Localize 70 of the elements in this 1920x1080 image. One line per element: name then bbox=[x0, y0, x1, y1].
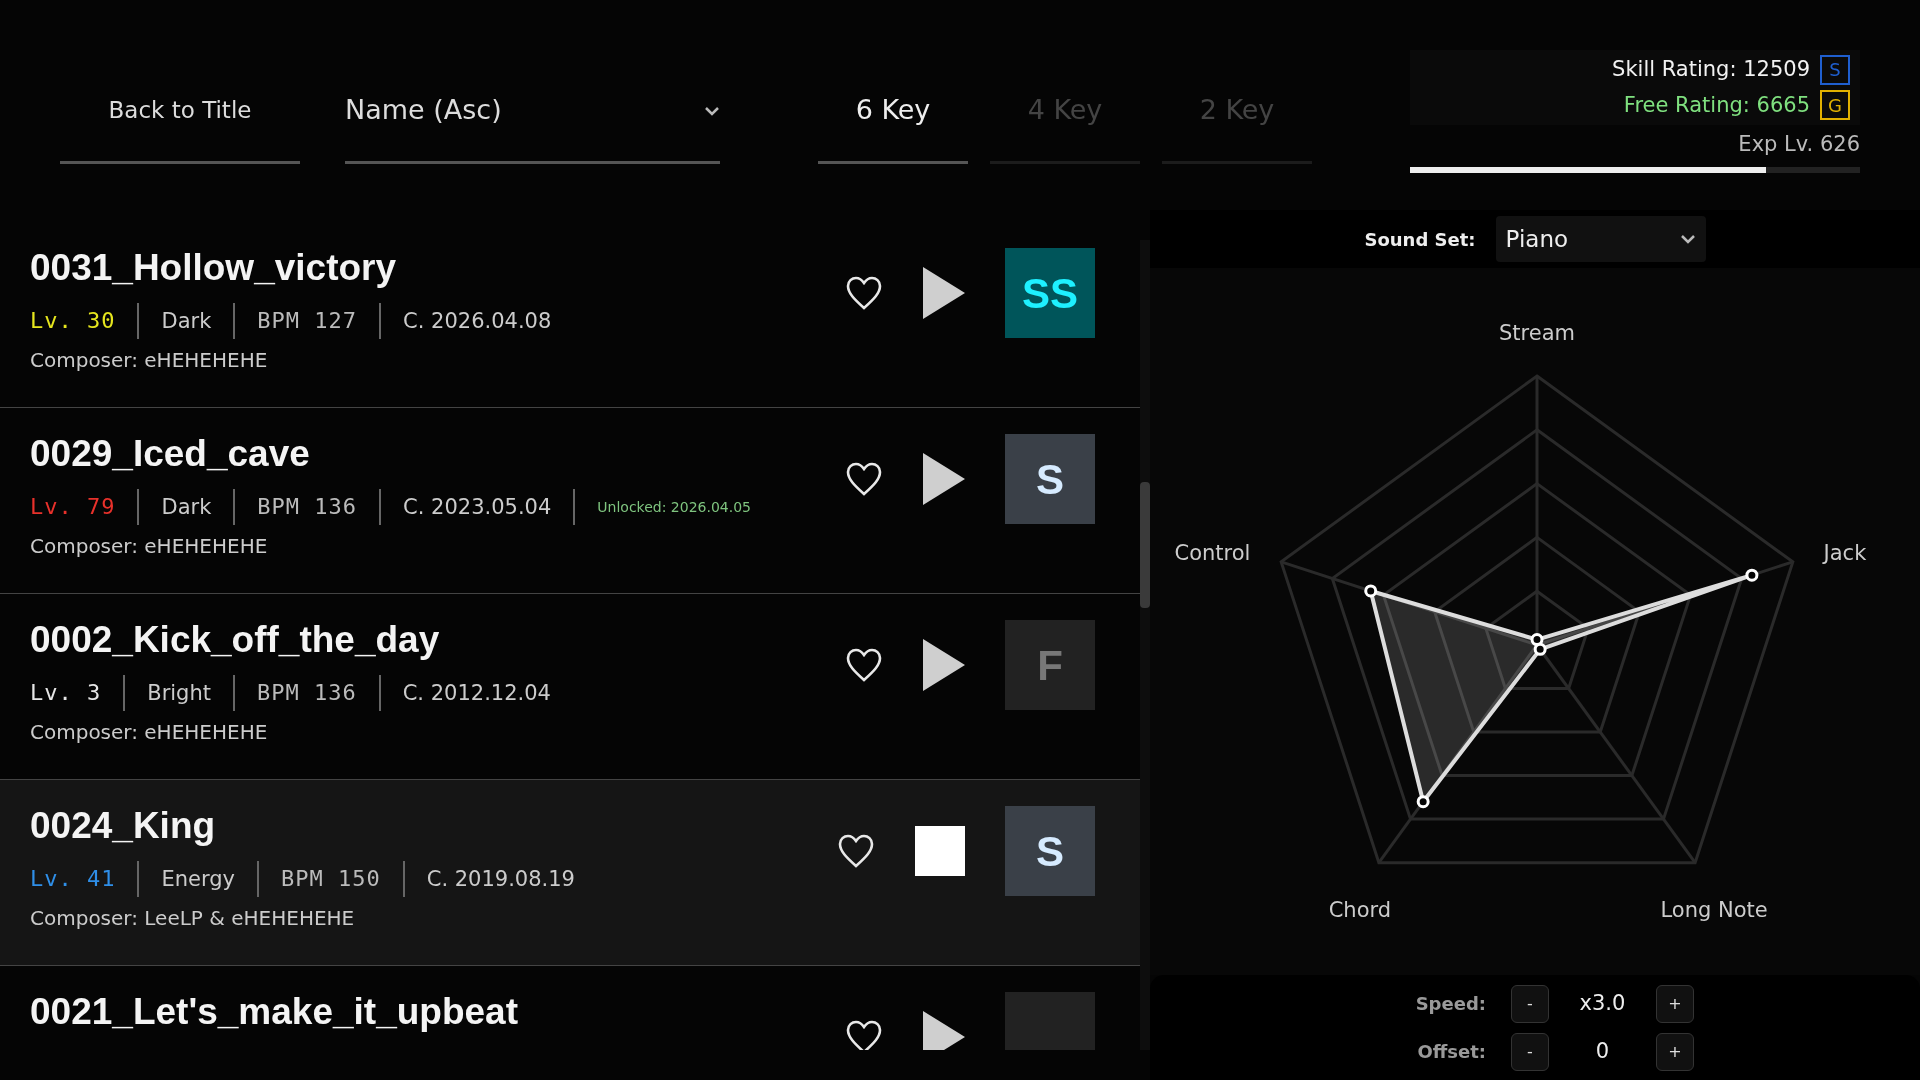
rank-grade: F bbox=[1005, 620, 1095, 710]
song-row[interactable]: 0024_King Lv. 41 Energy BPM 150 C. 2019.08.19 Composer: LeeLP & eHEHEHEHE S bbox=[0, 780, 1140, 966]
heart-icon[interactable] bbox=[845, 1019, 883, 1050]
axis-label: Chord bbox=[1328, 897, 1392, 922]
rank-grade: SS bbox=[1005, 248, 1095, 338]
mood-text: Dark bbox=[137, 302, 234, 339]
mood-text: Bright bbox=[123, 674, 233, 711]
bpm-text: BPM 150 bbox=[257, 860, 403, 897]
back-button[interactable]: Back to Title bbox=[60, 60, 300, 164]
song-title: 0024_King bbox=[30, 806, 217, 847]
play-icon[interactable] bbox=[923, 639, 965, 691]
axis-label: Stream bbox=[1499, 320, 1575, 345]
scrollbar[interactable] bbox=[1140, 240, 1150, 1050]
heart-icon[interactable] bbox=[837, 833, 875, 869]
song-row[interactable]: 0031_Hollow_victory Lv. 30 Dark BPM 127 C. 2026.04.08 Composer: eHEHEHEHE SS bbox=[0, 222, 1140, 408]
level-text: Lv. 41 bbox=[30, 864, 117, 893]
sound-set-label: Sound Set: bbox=[1364, 227, 1476, 252]
composer-text: Composer: eHEHEHEHE bbox=[30, 718, 269, 746]
bpm-text: BPM 127 bbox=[233, 302, 380, 339]
date-text: C. 2012.12.04 bbox=[378, 674, 573, 711]
axis-label: Jack bbox=[1823, 540, 1867, 565]
unlocked-text: Unlocked: 2026.04.05 bbox=[573, 488, 774, 525]
scrollbar-thumb[interactable] bbox=[1140, 482, 1150, 608]
heart-icon[interactable] bbox=[845, 275, 883, 311]
song-title: 0021_Let's_make_it_upbeat bbox=[30, 992, 518, 1033]
offset-value: 0 bbox=[1594, 1037, 1611, 1065]
bpm-text: BPM 136 bbox=[233, 674, 379, 711]
mood-text: Dark bbox=[137, 488, 234, 525]
composer-text: Composer: eHEHEHEHE bbox=[30, 532, 269, 560]
decrease-button[interactable]: - bbox=[1511, 984, 1549, 1023]
bpm-text: BPM 136 bbox=[233, 488, 380, 525]
level-text: Lv. 30 bbox=[30, 306, 117, 335]
axis-label: Long Note bbox=[1660, 897, 1768, 922]
rank-grade: S bbox=[1005, 434, 1095, 524]
date-text: C. 2019.08.19 bbox=[402, 860, 597, 897]
rating-badge: G bbox=[1820, 90, 1850, 121]
decrease-button[interactable]: - bbox=[1511, 1032, 1549, 1071]
composer-text: Composer: LeeLP & eHEHEHEHE bbox=[30, 904, 356, 932]
mood-text: Energy bbox=[137, 860, 257, 897]
composer-text: Composer: eHEHEHEHE bbox=[30, 346, 269, 374]
play-icon[interactable] bbox=[923, 453, 965, 505]
rank-grade: S bbox=[1005, 806, 1095, 896]
chevron-down-icon bbox=[1679, 234, 1696, 244]
date-text: C. 2026.04.08 bbox=[379, 302, 574, 339]
rating-label: Skill Rating: 12509 bbox=[1612, 56, 1810, 83]
song-title: 0031_Hollow_victory bbox=[30, 248, 398, 289]
heart-icon[interactable] bbox=[845, 647, 883, 683]
play-icon[interactable] bbox=[923, 267, 965, 319]
speed-label: Speed: bbox=[1414, 992, 1486, 1016]
rating-badge: S bbox=[1820, 54, 1850, 85]
increase-button[interactable]: + bbox=[1656, 984, 1694, 1023]
play-icon[interactable] bbox=[923, 1011, 965, 1050]
date-text: C. 2023.05.04 bbox=[379, 488, 574, 525]
chevron-down-icon bbox=[704, 105, 720, 116]
song-row[interactable]: 0029_Iced_cave Lv. 79 Dark BPM 136 C. 2023.05.04 Unlocked: 2026.04.05 Composer: eHEHEHEHE S bbox=[0, 408, 1140, 594]
increase-button[interactable]: + bbox=[1656, 1032, 1694, 1071]
offset-label: Offset: bbox=[1416, 1040, 1486, 1064]
level-text: Lv. 79 bbox=[30, 492, 117, 521]
sort-dropdown[interactable]: Name (Asc) bbox=[345, 60, 720, 164]
rating-label: Free Rating: 6665 bbox=[1623, 91, 1810, 119]
song-title: 0002_Kick_off_the_day bbox=[30, 620, 441, 661]
key-tab[interactable]: 6 Key bbox=[818, 60, 968, 164]
axis-label: Control bbox=[1174, 540, 1251, 565]
song-title: 0029_Iced_cave bbox=[30, 434, 311, 475]
speed-value: x3.0 bbox=[1578, 989, 1627, 1017]
heart-icon[interactable] bbox=[845, 461, 883, 497]
song-row[interactable]: 0021_Let's_make_it_upbeat bbox=[0, 966, 1140, 1050]
level-text: Lv. 3 bbox=[30, 678, 103, 707]
sound-set-dropdown[interactable]: Piano bbox=[1495, 216, 1706, 262]
exp-level: Exp Lv. 626 bbox=[1737, 131, 1860, 158]
